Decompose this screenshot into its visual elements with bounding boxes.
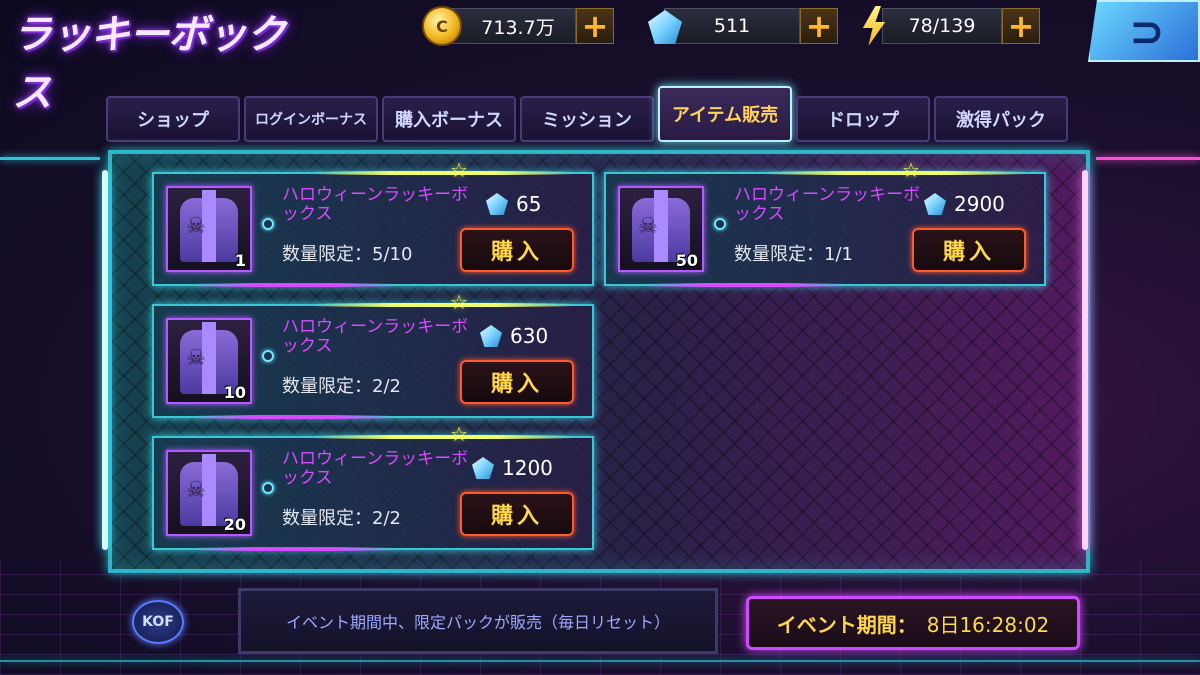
event-period-label: イベント期間：	[776, 612, 917, 637]
tab-mission[interactable]: ミッション	[520, 96, 654, 142]
card-accent-line	[314, 303, 574, 307]
event-notice: イベント期間中、限定パックが販売（毎日リセット）	[238, 588, 718, 654]
item-thumbnail[interactable]: ☠ 50	[618, 186, 704, 272]
add-coins-button[interactable]: +	[576, 8, 614, 44]
back-arrow-icon: ⊃	[1129, 6, 1164, 56]
price-value: 630	[510, 324, 549, 348]
price-value: 65	[516, 192, 542, 216]
card-accent-line	[194, 547, 394, 551]
quantity-limit: 数量限定：2/2	[282, 508, 401, 529]
price-value: 1200	[502, 456, 553, 480]
card-accent-line	[194, 283, 394, 287]
item-name: ハロウィーンラッキーボックス	[282, 449, 469, 488]
shop-item-card: ☆ ☠ 1 ハロウィーンラッキーボックス 65 数量限定：5/10 購入	[152, 158, 594, 287]
connector-dot-icon	[262, 482, 274, 494]
item-price: 1200	[472, 456, 553, 480]
stamina-amount: 78/139	[882, 8, 1002, 44]
gem-icon	[472, 457, 494, 479]
item-quantity: 20	[223, 515, 246, 534]
decor-line	[0, 157, 100, 160]
decor-line	[1096, 157, 1200, 160]
panel-glow-right	[1082, 170, 1088, 550]
quantity-limit: 数量限定：2/2	[282, 376, 401, 397]
shop-item-card: ☆ ☠ 50 ハロウィーンラッキーボックス 2900 数量限定：1/1 購入	[604, 158, 1046, 287]
skull-icon: ☠	[638, 214, 658, 239]
star-icon: ☆	[450, 290, 468, 314]
item-quantity: 1	[234, 251, 246, 270]
gem-amount: 511	[664, 8, 800, 44]
skull-icon: ☠	[186, 478, 206, 503]
item-price: 630	[480, 324, 548, 348]
star-icon: ☆	[450, 422, 468, 446]
quantity-limit: 数量限定：1/1	[734, 244, 853, 265]
buy-button[interactable]: 購入	[460, 360, 574, 404]
item-price: 2900	[924, 192, 1005, 216]
connector-dot-icon	[262, 218, 274, 230]
shop-item-card: ☆ ☠ 10 ハロウィーンラッキーボックス 630 数量限定：2/2 購入	[152, 290, 594, 419]
add-stamina-button[interactable]: +	[1002, 8, 1040, 44]
gem-icon	[924, 193, 946, 215]
event-period-box: イベント期間： 8日16:28:02	[746, 596, 1080, 650]
item-price: 65	[486, 192, 541, 216]
panel-glow-left	[102, 170, 108, 550]
tab-special-pack[interactable]: 激得パック	[934, 96, 1068, 142]
add-gems-button[interactable]: +	[800, 8, 838, 44]
shop-item-card: ☆ ☠ 20 ハロウィーンラッキーボックス 1200 数量限定：2/2 購入	[152, 422, 594, 551]
item-name: ハロウィーンラッキーボックス	[734, 185, 921, 224]
coin-icon: C	[422, 6, 462, 46]
kof-logo[interactable]: KOF	[132, 600, 184, 644]
item-thumbnail[interactable]: ☠ 10	[166, 318, 252, 404]
buy-button[interactable]: 購入	[460, 492, 574, 536]
stamina-currency: 78/139 +	[882, 6, 1040, 46]
decor-line	[0, 660, 1200, 662]
card-accent-line	[314, 435, 574, 439]
item-name: ハロウィーンラッキーボックス	[282, 317, 469, 356]
tab-shop[interactable]: ショップ	[106, 96, 240, 142]
coin-currency: 713.7万 +	[440, 6, 614, 46]
tab-purchase-bonus[interactable]: 購入ボーナス	[382, 96, 516, 142]
item-thumbnail[interactable]: ☠ 1	[166, 186, 252, 272]
gem-icon	[486, 193, 508, 215]
item-name: ハロウィーンラッキーボックス	[282, 185, 469, 224]
card-accent-line	[766, 171, 1026, 175]
back-button[interactable]: ⊃	[1088, 0, 1200, 62]
tab-item-sale[interactable]: アイテム販売	[658, 86, 792, 142]
tab-drop[interactable]: ドロップ	[796, 96, 930, 142]
item-quantity: 10	[223, 383, 246, 402]
buy-button[interactable]: 購入	[912, 228, 1026, 272]
tab-bar: ショップ ログインボーナス 購入ボーナス ミッション アイテム販売 ドロップ 激…	[106, 86, 1068, 142]
card-accent-line	[194, 415, 394, 419]
skull-icon: ☠	[186, 346, 206, 371]
page-title: ラッキーボックス	[12, 12, 286, 116]
gem-icon	[480, 325, 502, 347]
star-icon: ☆	[450, 158, 468, 182]
card-accent-line	[314, 171, 574, 175]
card-accent-line	[646, 283, 846, 287]
star-icon: ☆	[902, 158, 920, 182]
item-thumbnail[interactable]: ☠ 20	[166, 450, 252, 536]
tab-login-bonus[interactable]: ログインボーナス	[244, 96, 378, 142]
gem-currency: 511 +	[664, 6, 838, 46]
event-countdown: 8日16:28:02	[926, 612, 1050, 637]
item-quantity: 50	[675, 251, 698, 270]
connector-dot-icon	[262, 350, 274, 362]
price-value: 2900	[954, 192, 1005, 216]
connector-dot-icon	[714, 218, 726, 230]
quantity-limit: 数量限定：5/10	[282, 244, 413, 265]
skull-icon: ☠	[186, 214, 206, 239]
buy-button[interactable]: 購入	[460, 228, 574, 272]
